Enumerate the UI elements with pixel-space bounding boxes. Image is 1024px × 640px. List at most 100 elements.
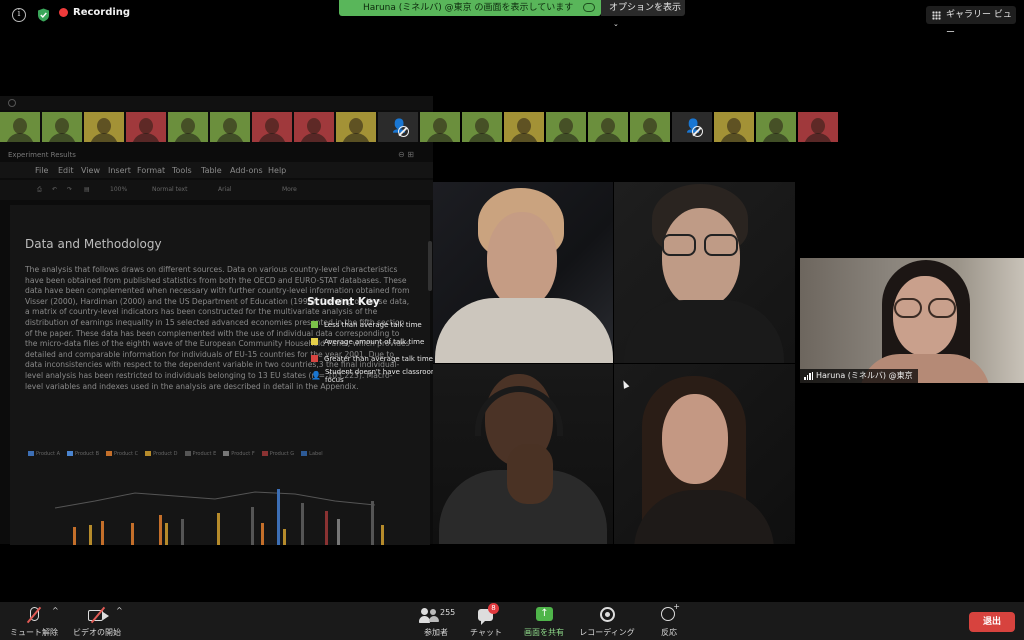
student-head-shape	[559, 118, 573, 134]
student-torso-shape	[342, 133, 370, 142]
menu-edit[interactable]: Edit	[58, 166, 74, 175]
legend-item: Product D	[145, 451, 178, 457]
recording-dot-icon	[59, 8, 68, 17]
menu-view[interactable]: View	[81, 166, 100, 175]
leave-meeting-button[interactable]: 退出	[969, 612, 1015, 632]
student-thumbnail-green	[588, 112, 628, 142]
student-thumbnail-yellow	[504, 112, 544, 142]
student-thumbnail-green	[168, 112, 208, 142]
doc-heading: Data and Methodology	[25, 237, 162, 251]
doc-scrollbar[interactable]	[428, 241, 432, 291]
student-head-shape	[97, 118, 111, 134]
share-screen-button[interactable]: ↑ 画面を共有	[522, 606, 566, 638]
video-tile-participant[interactable]	[433, 364, 613, 544]
menu-format[interactable]: Format	[137, 166, 165, 175]
legend-label: Product E	[192, 451, 217, 457]
student-torso-shape	[762, 133, 790, 142]
video-tile-participant[interactable]	[614, 182, 795, 363]
recording-indicator[interactable]: Recording	[59, 7, 130, 18]
menu-insert[interactable]: Insert	[108, 166, 131, 175]
speaker-name-tag: Haruna (ミネルバ) @東京	[800, 369, 918, 383]
student-torso-shape	[216, 133, 244, 142]
screen-share-banner: Haruna (ミネルバ) @東京 の画面を表示しています	[339, 0, 601, 16]
student-thumbnail-green	[42, 112, 82, 142]
more-button[interactable]: More	[282, 186, 297, 193]
student-thumbnail-off: 👤	[672, 112, 712, 142]
legend-label: Product A	[36, 451, 60, 457]
recording-label: Recording	[73, 7, 131, 18]
font-select[interactable]: Arial	[218, 186, 232, 193]
student-torso-shape	[132, 133, 160, 142]
view-options-button[interactable]: オプションを表示 ⌄	[601, 0, 685, 28]
menu-file[interactable]: File	[35, 166, 48, 175]
video-options-caret-icon[interactable]: ^	[116, 606, 123, 615]
student-head-shape	[307, 118, 321, 134]
student-torso-shape	[636, 133, 664, 142]
legend-item: Product F	[223, 451, 255, 457]
red-swatch	[311, 355, 318, 362]
paint-format-icon[interactable]: ▤	[84, 186, 90, 193]
glasses-shape	[894, 298, 922, 318]
record-button[interactable]: レコーディング	[578, 606, 636, 638]
record-label: レコーディング	[579, 628, 635, 637]
student-thumbnail-yellow	[336, 112, 376, 142]
reactions-button[interactable]: 反応	[656, 602, 682, 638]
green-swatch	[311, 321, 318, 328]
student-torso-shape	[426, 133, 454, 142]
legend-item: Product G	[261, 451, 295, 457]
student-head-shape	[727, 118, 741, 134]
student-head-shape	[55, 118, 69, 134]
chat-button[interactable]: 8 チャット	[470, 603, 502, 638]
student-head-shape	[139, 118, 153, 134]
student-torso-shape	[552, 133, 580, 142]
student-thumbnail-strip: 👤 👤	[0, 112, 838, 142]
yellow-swatch	[311, 338, 318, 345]
student-key-label: Greater than average talk time	[324, 354, 433, 363]
cloud-icon	[583, 3, 595, 12]
student-torso-shape	[804, 133, 832, 142]
legend-item: Product A	[28, 451, 60, 457]
grid-icon	[932, 11, 941, 20]
menu-tools[interactable]: Tools	[172, 166, 192, 175]
legend-label: Product G	[269, 451, 295, 457]
student-head-shape	[265, 118, 279, 134]
share-screen-label: 画面を共有	[524, 628, 564, 637]
legend-item: Label	[301, 451, 323, 457]
video-tile-participant[interactable]	[614, 364, 795, 544]
active-speaker-video[interactable]: Haruna (ミネルバ) @東京	[800, 258, 1024, 383]
student-head-shape	[223, 118, 237, 134]
zoom-select[interactable]: 100%	[110, 186, 127, 193]
student-key-label: Average amount of talk time	[324, 337, 425, 346]
hand-shape	[507, 444, 553, 504]
student-torso-shape	[720, 133, 748, 142]
info-icon[interactable]: i	[12, 8, 26, 22]
student-thumbnail-yellow	[84, 112, 124, 142]
shield-check-icon[interactable]	[37, 8, 50, 22]
view-options-label: オプションを表示	[609, 3, 682, 13]
student-torso-shape	[174, 133, 202, 142]
legend-label: Product B	[75, 451, 100, 457]
student-torso-shape	[48, 133, 76, 142]
menu-help[interactable]: Help	[268, 166, 286, 175]
style-select[interactable]: Normal text	[152, 186, 187, 193]
student-head-shape	[13, 118, 27, 134]
blocked-icon	[398, 126, 409, 137]
student-thumbnail-green	[0, 112, 40, 142]
menu-table[interactable]: Table	[201, 166, 222, 175]
blocked-icon	[692, 126, 703, 137]
gallery-view-button[interactable]: ギャラリー ビュー	[926, 6, 1016, 38]
participants-button[interactable]: 255 参加者	[413, 606, 459, 638]
audio-options-caret-icon[interactable]: ^	[52, 606, 59, 615]
legend-label: Product F	[231, 451, 255, 457]
menu-addons[interactable]: Add-ons	[230, 166, 263, 175]
student-torso-shape	[468, 133, 496, 142]
undo-icon[interactable]: ↶	[52, 186, 57, 193]
student-torso-shape	[90, 133, 118, 142]
glasses-shape	[928, 298, 956, 318]
student-head-shape	[769, 118, 783, 134]
redo-icon[interactable]: ↷	[67, 186, 72, 193]
print-icon[interactable]: ⎙	[37, 186, 42, 194]
video-tile-participant[interactable]	[433, 182, 613, 363]
student-thumbnail-red	[126, 112, 166, 142]
student-torso-shape	[300, 133, 328, 142]
